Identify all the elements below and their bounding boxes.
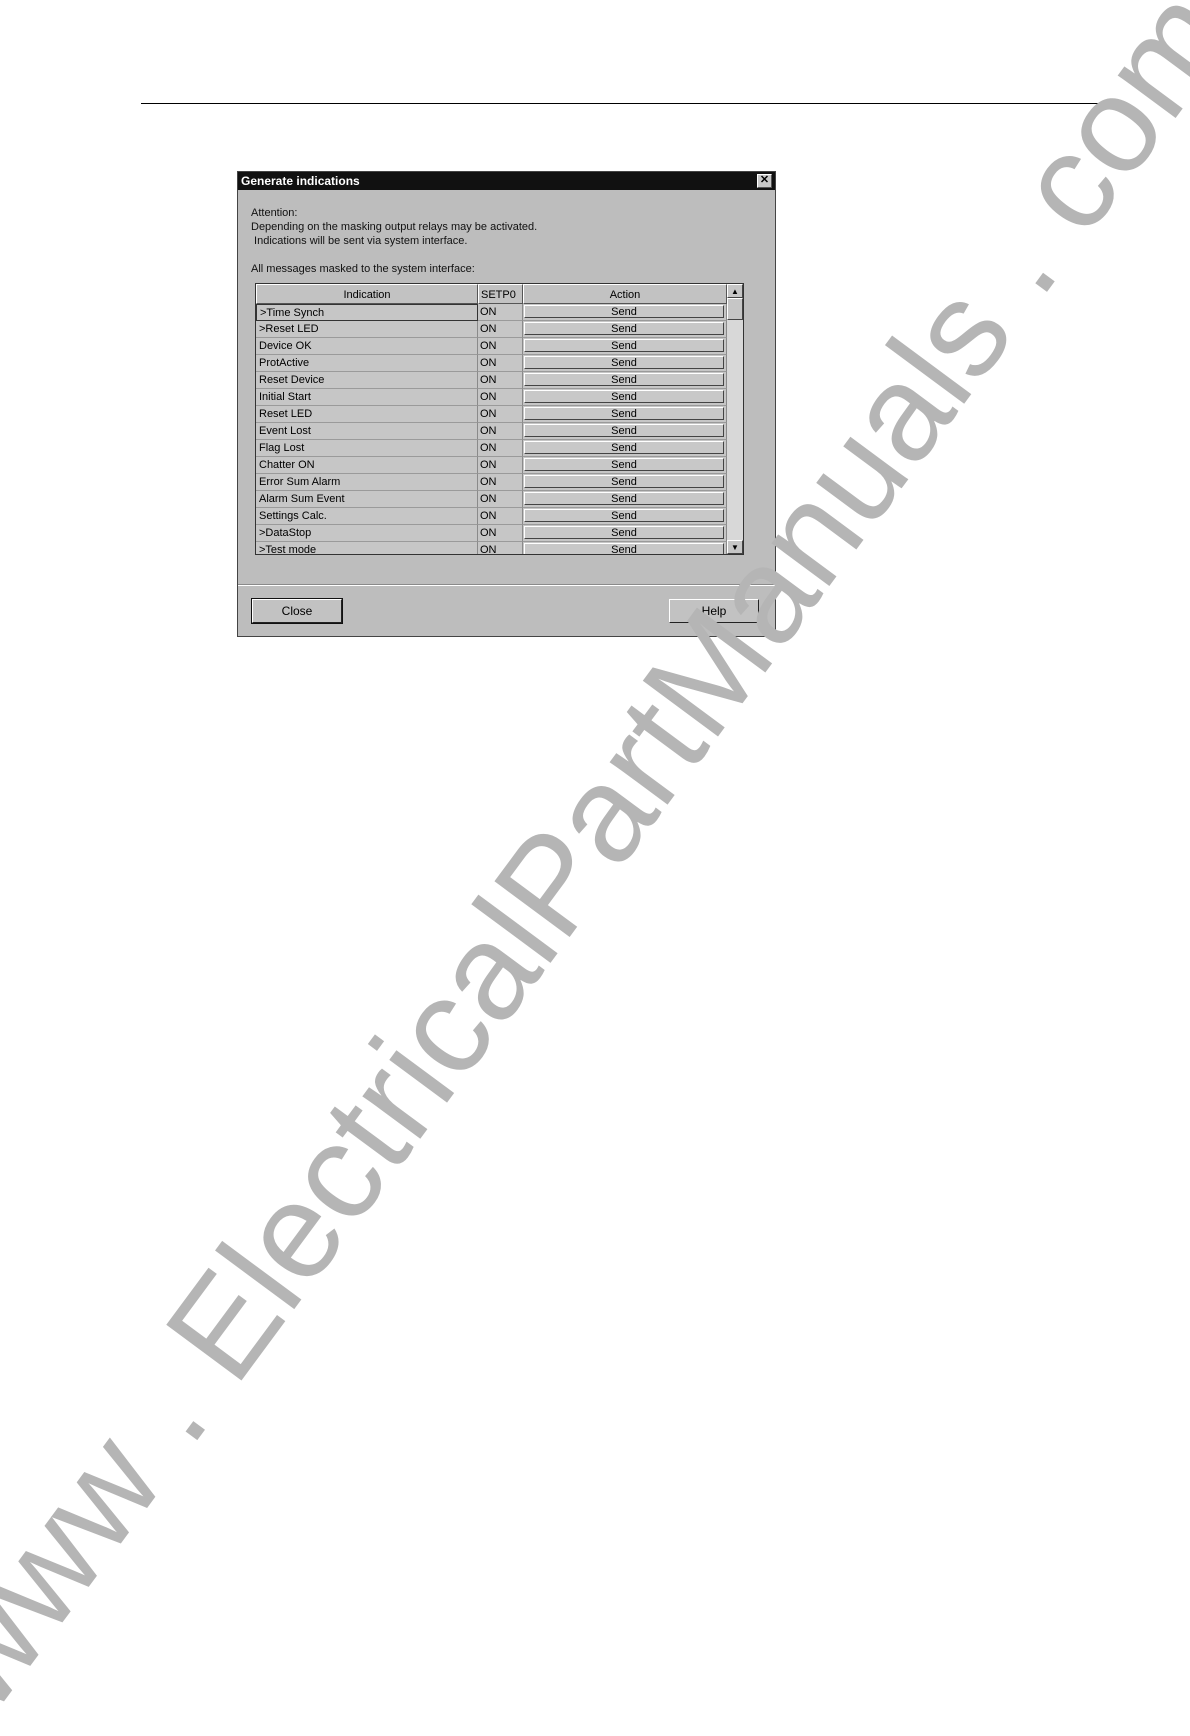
header-action[interactable]: Action <box>523 284 727 304</box>
setp0-cell: ON <box>478 440 523 457</box>
action-cell: Send <box>523 321 727 338</box>
action-cell: Send <box>523 440 727 457</box>
setp0-cell: ON <box>478 542 523 554</box>
attention-label: Attention: <box>251 207 298 219</box>
send-button[interactable]: Send <box>524 339 724 352</box>
setp0-cell: ON <box>478 338 523 355</box>
header-indication[interactable]: Indication <box>256 284 478 304</box>
setp0-cell: ON <box>478 525 523 542</box>
send-button[interactable]: Send <box>524 509 724 522</box>
scroll-up-icon[interactable]: ▲ <box>727 284 743 298</box>
attention-text-line1: Depending on the masking output relays m… <box>251 221 538 233</box>
scroll-thumb[interactable] <box>727 298 743 320</box>
send-button[interactable]: Send <box>524 458 724 471</box>
send-button[interactable]: Send <box>524 322 724 335</box>
indication-cell: Settings Calc. <box>256 508 478 525</box>
action-cell: Send <box>523 304 727 321</box>
setp0-cell: ON <box>478 474 523 491</box>
setp0-cell: ON <box>478 406 523 423</box>
header-setp0[interactable]: SETP0 <box>478 284 523 304</box>
page-header-rule <box>141 103 1103 104</box>
action-cell: Send <box>523 372 727 389</box>
send-button[interactable]: Send <box>524 305 724 318</box>
setp0-cell: ON <box>478 508 523 525</box>
action-cell: Send <box>523 338 727 355</box>
send-button[interactable]: Send <box>524 475 724 488</box>
action-cell: Send <box>523 406 727 423</box>
close-icon[interactable]: ✕ <box>757 174 772 188</box>
setp0-cell: ON <box>478 304 523 321</box>
action-cell: Send <box>523 508 727 525</box>
setp0-cell: ON <box>478 355 523 372</box>
indication-cell: >Reset LED <box>256 321 478 338</box>
action-cell: Send <box>523 525 727 542</box>
indication-cell: ProtActive <box>256 355 478 372</box>
setp0-cell: ON <box>478 372 523 389</box>
indication-cell: >Test mode <box>256 542 478 554</box>
action-cell: Send <box>523 389 727 406</box>
indication-cell: Flag Lost <box>256 440 478 457</box>
dialog-titlebar: Generate indications ✕ <box>238 172 775 190</box>
send-button[interactable]: Send <box>524 373 724 386</box>
setp0-cell: ON <box>478 423 523 440</box>
send-button[interactable]: Send <box>524 424 724 437</box>
indications-table: Indication SETP0 Action >Time Synch ON Sen… <box>255 283 744 555</box>
setp0-cell: ON <box>478 389 523 406</box>
send-button[interactable]: Send <box>524 526 724 539</box>
send-button[interactable]: Send <box>524 492 724 505</box>
dialog-title: Generate indications <box>241 174 360 188</box>
action-cell: Send <box>523 457 727 474</box>
setp0-cell: ON <box>478 491 523 508</box>
indication-cell: Initial Start <box>256 389 478 406</box>
send-button[interactable]: Send <box>524 441 724 454</box>
close-button[interactable]: Close <box>251 598 343 624</box>
indication-cell: >DataStop <box>256 525 478 542</box>
attention-text-line2: Indications will be sent via system inte… <box>251 235 468 247</box>
indication-cell: Device OK <box>256 338 478 355</box>
action-cell: Send <box>523 491 727 508</box>
send-button[interactable]: Send <box>524 407 724 420</box>
indication-cell: Chatter ON <box>256 457 478 474</box>
send-button[interactable]: Send <box>524 390 724 403</box>
indication-cell: Event Lost <box>256 423 478 440</box>
indication-cell: Reset LED <box>256 406 478 423</box>
indication-cell: Reset Device <box>256 372 478 389</box>
masked-messages-label: All messages masked to the system interf… <box>251 263 475 275</box>
send-button[interactable]: Send <box>524 356 724 369</box>
setp0-cell: ON <box>478 457 523 474</box>
send-button[interactable]: Send <box>524 543 724 554</box>
action-cell: Send <box>523 423 727 440</box>
indication-cell: >Time Synch <box>256 304 478 321</box>
setp0-cell: ON <box>478 321 523 338</box>
indication-cell: Error Sum Alarm <box>256 474 478 491</box>
action-cell: Send <box>523 474 727 491</box>
action-cell: Send <box>523 355 727 372</box>
action-cell: Send <box>523 542 727 554</box>
indication-cell: Alarm Sum Event <box>256 491 478 508</box>
